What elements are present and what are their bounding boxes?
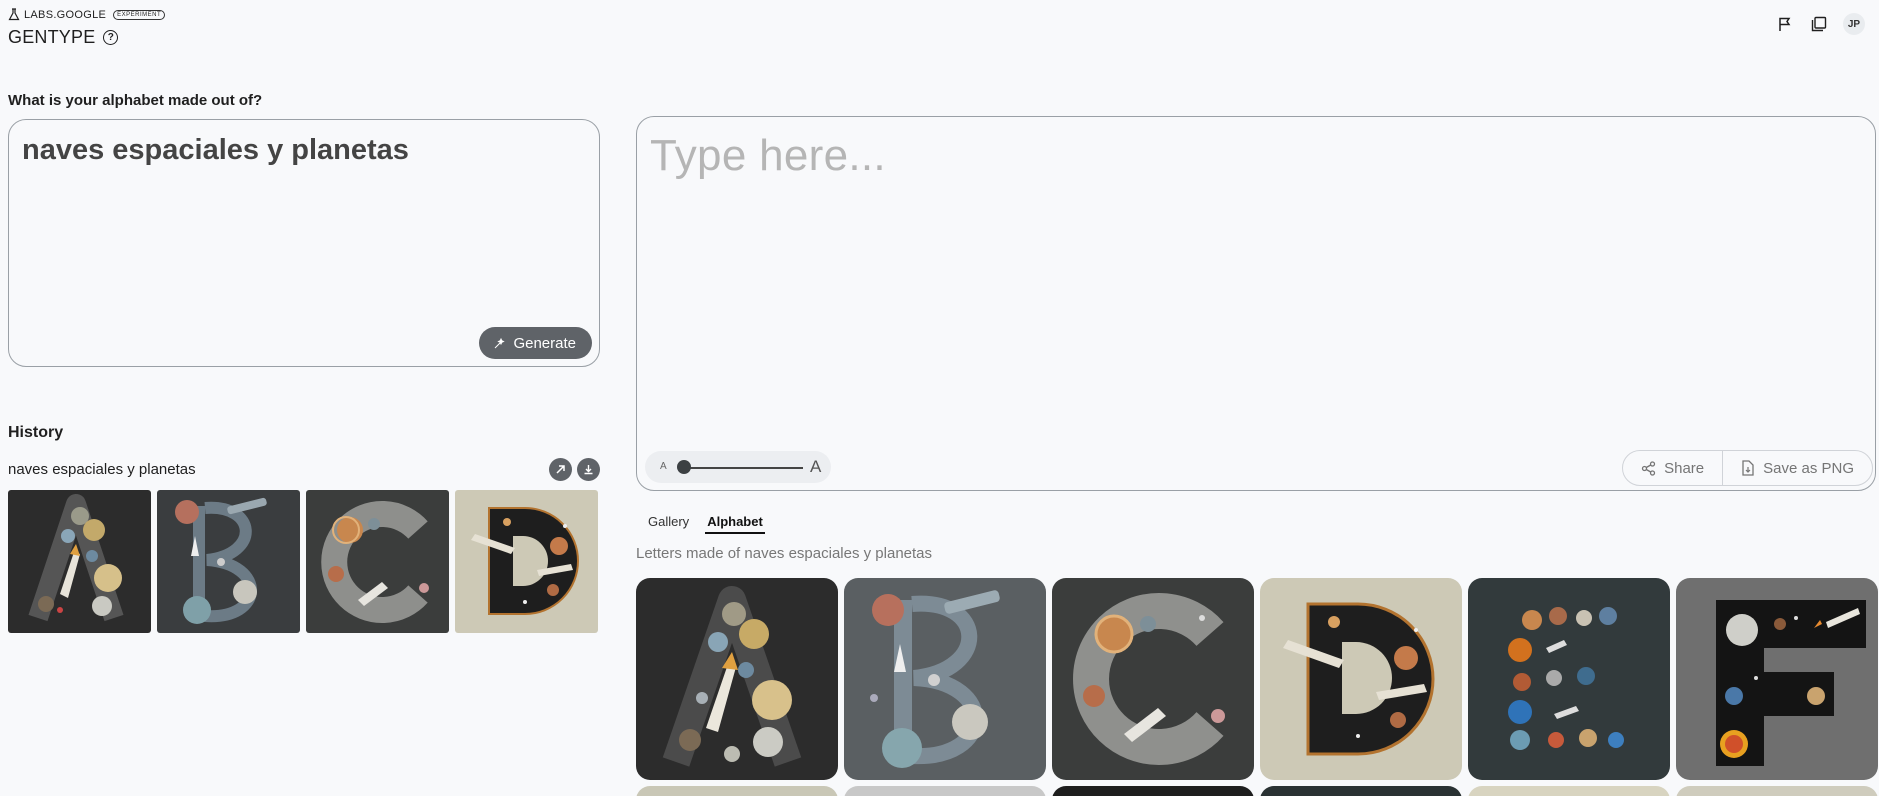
history-entry[interactable]: naves espaciales y planetas: [8, 457, 600, 481]
letter-card-g[interactable]: [636, 786, 838, 796]
report-flag-icon[interactable]: [1775, 14, 1795, 34]
alphabet-grid: [636, 578, 1878, 780]
save-png-label: Save as PNG: [1763, 459, 1854, 477]
brand-text: LABS.GOOGLE: [24, 8, 107, 21]
history-thumb-c[interactable]: [306, 490, 449, 633]
size-small-label: A: [660, 461, 667, 472]
history-thumb-b[interactable]: [157, 490, 300, 633]
copy-gallery-icon[interactable]: [1809, 14, 1829, 34]
letter-card-e[interactable]: [1468, 578, 1670, 780]
prompt-value[interactable]: naves espaciales y planetas: [22, 134, 409, 167]
alphabet-subtitle: Letters made of naves espaciales y plane…: [636, 545, 933, 562]
share-icon: [1641, 460, 1656, 476]
prompt-label: What is your alphabet made out of?: [8, 92, 263, 109]
history-actions: [549, 457, 600, 481]
labs-google-brand[interactable]: LABS.GOOGLE EXPERIMENT: [8, 8, 166, 21]
generate-label: Generate: [513, 334, 576, 352]
download-icon[interactable]: [577, 457, 600, 481]
alphabet-grid-next-row: [636, 786, 1878, 796]
flask-icon: [8, 8, 20, 21]
type-canvas[interactable]: Type here... A A Share Save as PNG: [636, 116, 1876, 491]
letter-card-k[interactable]: [1468, 786, 1670, 796]
sparkle-icon: [495, 337, 506, 348]
size-large-label: A: [810, 457, 822, 476]
tab-alphabet[interactable]: Alphabet: [705, 512, 765, 534]
letter-card-c[interactable]: [1052, 578, 1254, 780]
share-label: Share: [1664, 459, 1705, 477]
help-circle-icon[interactable]: ?: [103, 30, 119, 45]
letter-card-j[interactable]: [1260, 786, 1462, 796]
slider-handle[interactable]: [677, 460, 691, 474]
letter-card-a[interactable]: [636, 578, 838, 780]
open-external-icon[interactable]: [549, 457, 572, 481]
avatar[interactable]: JP: [1843, 13, 1865, 35]
font-size-slider[interactable]: A A: [645, 451, 831, 483]
letter-card-d[interactable]: [1260, 578, 1462, 780]
history-title: History: [8, 424, 64, 441]
type-placeholder[interactable]: Type here...: [650, 131, 886, 181]
letter-card-b[interactable]: [844, 578, 1046, 780]
save-file-icon: [1742, 460, 1754, 476]
app-title: GENTYPE ?: [8, 27, 119, 48]
prompt-input[interactable]: naves espaciales y planetas Generate: [8, 119, 600, 367]
share-button[interactable]: Share: [1623, 451, 1722, 485]
letter-card-h[interactable]: [844, 786, 1046, 796]
experiment-badge: EXPERIMENT: [113, 9, 166, 20]
top-actions: JP: [1775, 13, 1865, 35]
history-thumbnails: [8, 490, 598, 633]
gentype-page: LABS.GOOGLE EXPERIMENT GENTYPE ? JP What…: [0, 0, 1879, 796]
letter-card-i[interactable]: [1052, 786, 1254, 796]
app-title-text: GENTYPE: [8, 27, 96, 47]
letter-card-f[interactable]: [1676, 578, 1878, 780]
view-tabs: Gallery Alphabet: [646, 512, 765, 534]
tab-gallery[interactable]: Gallery: [646, 512, 691, 534]
save-png-button[interactable]: Save as PNG: [1722, 451, 1872, 485]
slider-track[interactable]: [683, 467, 803, 469]
letter-card-l[interactable]: [1676, 786, 1878, 796]
export-actions: Share Save as PNG: [1622, 450, 1873, 486]
history-entry-name[interactable]: naves espaciales y planetas: [8, 461, 196, 478]
history-thumb-d[interactable]: [455, 490, 598, 633]
generate-button[interactable]: Generate: [479, 327, 592, 359]
history-thumb-a[interactable]: [8, 490, 151, 633]
